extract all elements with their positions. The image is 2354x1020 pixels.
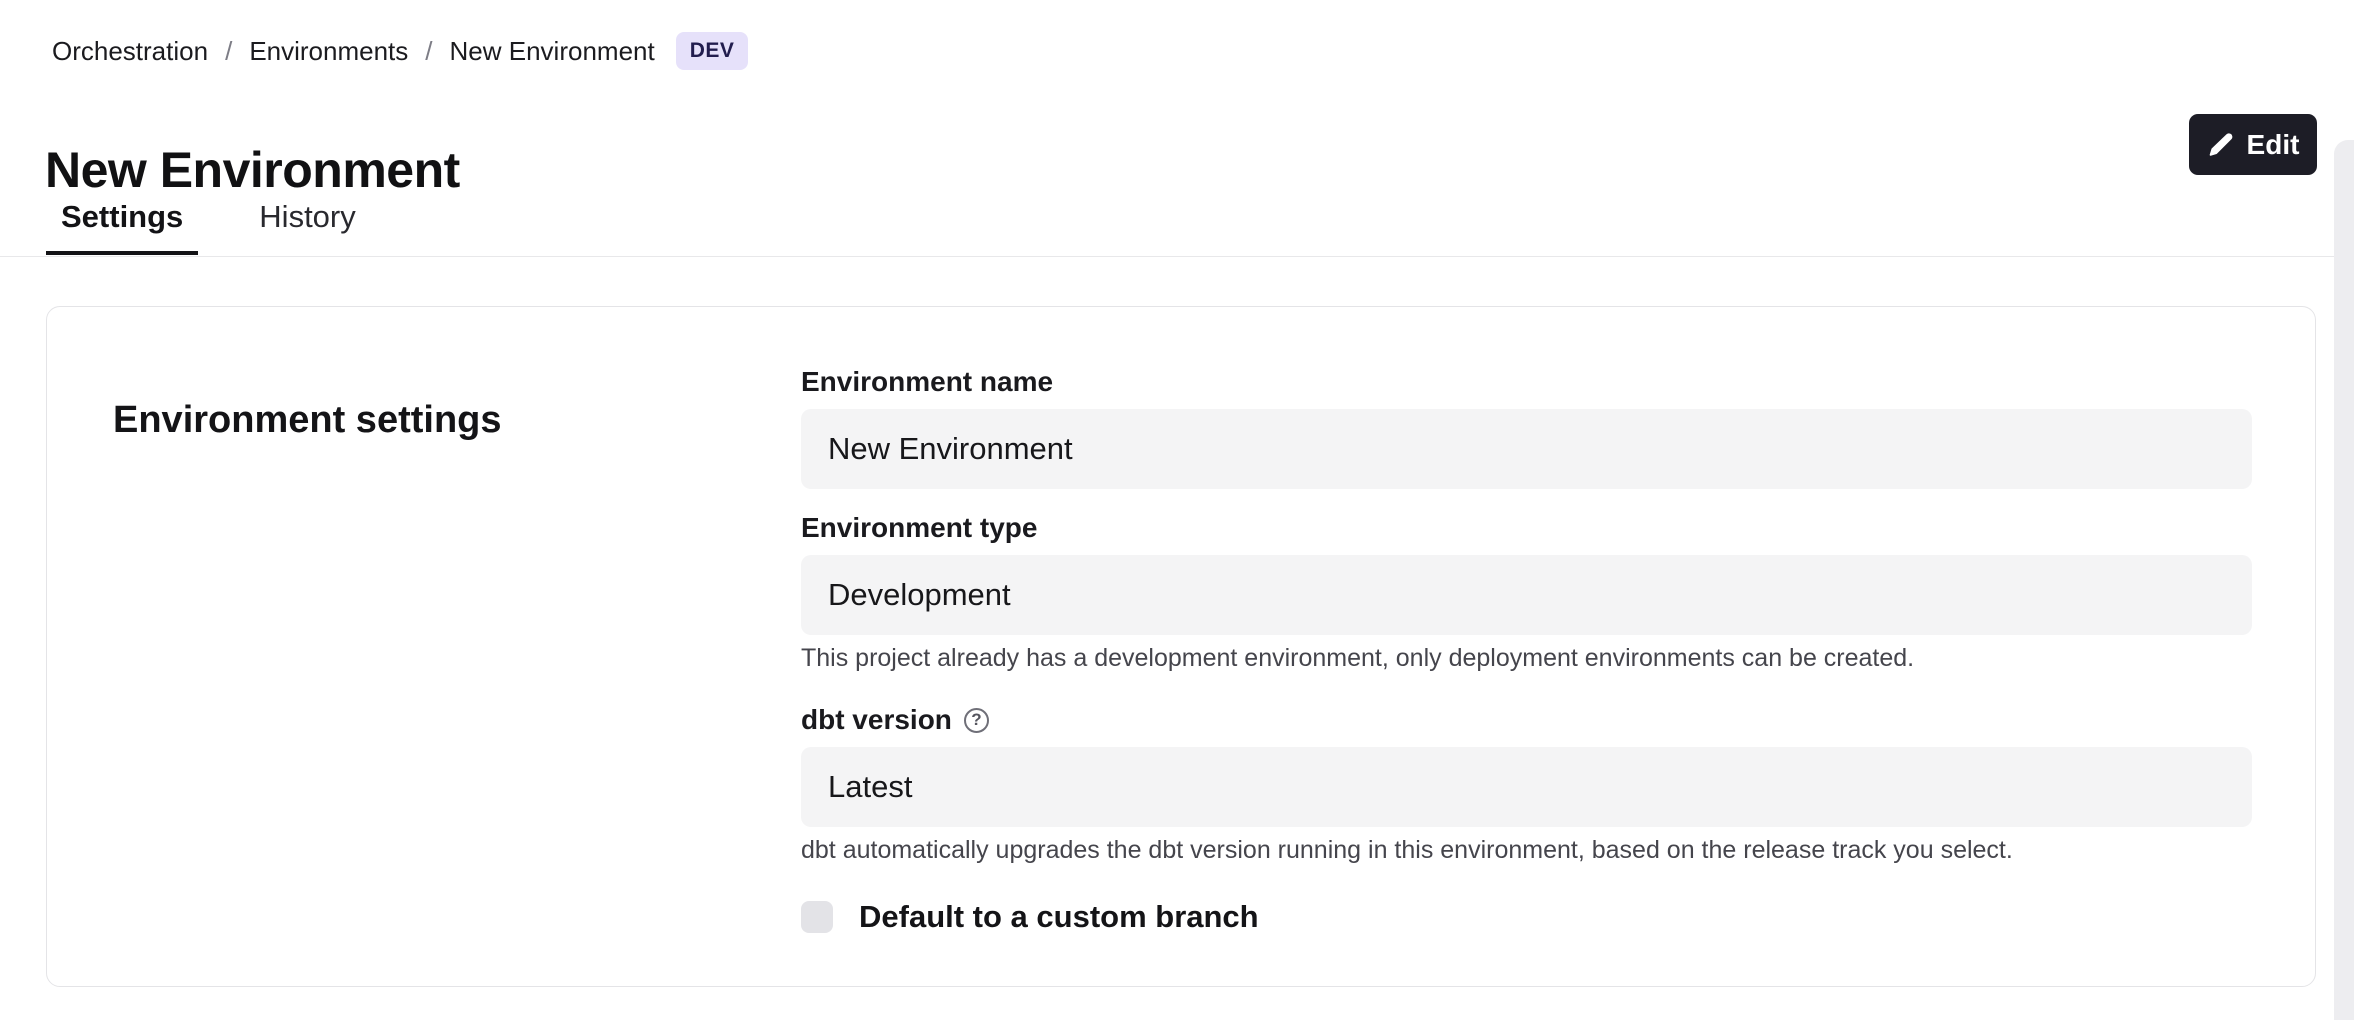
- breadcrumb-separator: /: [425, 36, 432, 67]
- breadcrumb-new-environment[interactable]: New Environment: [450, 36, 655, 67]
- tabs-divider: [0, 256, 2354, 257]
- pencil-icon: [2207, 131, 2235, 159]
- environment-type-label: Environment type: [801, 511, 2252, 545]
- edit-button-label: Edit: [2247, 129, 2300, 161]
- environment-settings-card: Environment settings Environment name En…: [46, 306, 2316, 987]
- page-title: New Environment: [45, 142, 460, 200]
- breadcrumb-environments[interactable]: Environments: [249, 36, 408, 67]
- dbt-version-input[interactable]: [801, 747, 2252, 827]
- environment-name-label: Environment name: [801, 365, 2252, 399]
- environment-type-help-text: This project already has a development e…: [801, 643, 2252, 673]
- dbt-version-help-text: dbt automatically upgrades the dbt versi…: [801, 835, 2252, 865]
- dbt-version-label: dbt version ?: [801, 703, 2252, 737]
- dbt-version-label-text: dbt version: [801, 703, 952, 737]
- tab-settings[interactable]: Settings: [46, 200, 198, 255]
- environment-settings-form: Environment name Environment type This p…: [801, 365, 2252, 935]
- custom-branch-checkbox[interactable]: [801, 901, 833, 933]
- environment-type-label-text: Environment type: [801, 511, 1037, 545]
- environment-name-input[interactable]: [801, 409, 2252, 489]
- scrollbar-gutter[interactable]: [2334, 140, 2354, 1020]
- tab-bar: Settings History: [46, 200, 371, 255]
- breadcrumb: Orchestration / Environments / New Envir…: [52, 32, 748, 70]
- section-title: Environment settings: [113, 399, 502, 442]
- breadcrumb-orchestration[interactable]: Orchestration: [52, 36, 208, 67]
- custom-branch-row: Default to a custom branch: [801, 899, 2252, 935]
- environment-type-input[interactable]: [801, 555, 2252, 635]
- custom-branch-checkbox-label: Default to a custom branch: [859, 899, 1259, 935]
- dev-environment-badge: DEV: [676, 32, 749, 70]
- environment-name-label-text: Environment name: [801, 365, 1053, 399]
- tab-history[interactable]: History: [244, 200, 370, 255]
- breadcrumb-separator: /: [225, 36, 232, 67]
- help-icon[interactable]: ?: [964, 708, 989, 733]
- edit-button[interactable]: Edit: [2189, 114, 2317, 175]
